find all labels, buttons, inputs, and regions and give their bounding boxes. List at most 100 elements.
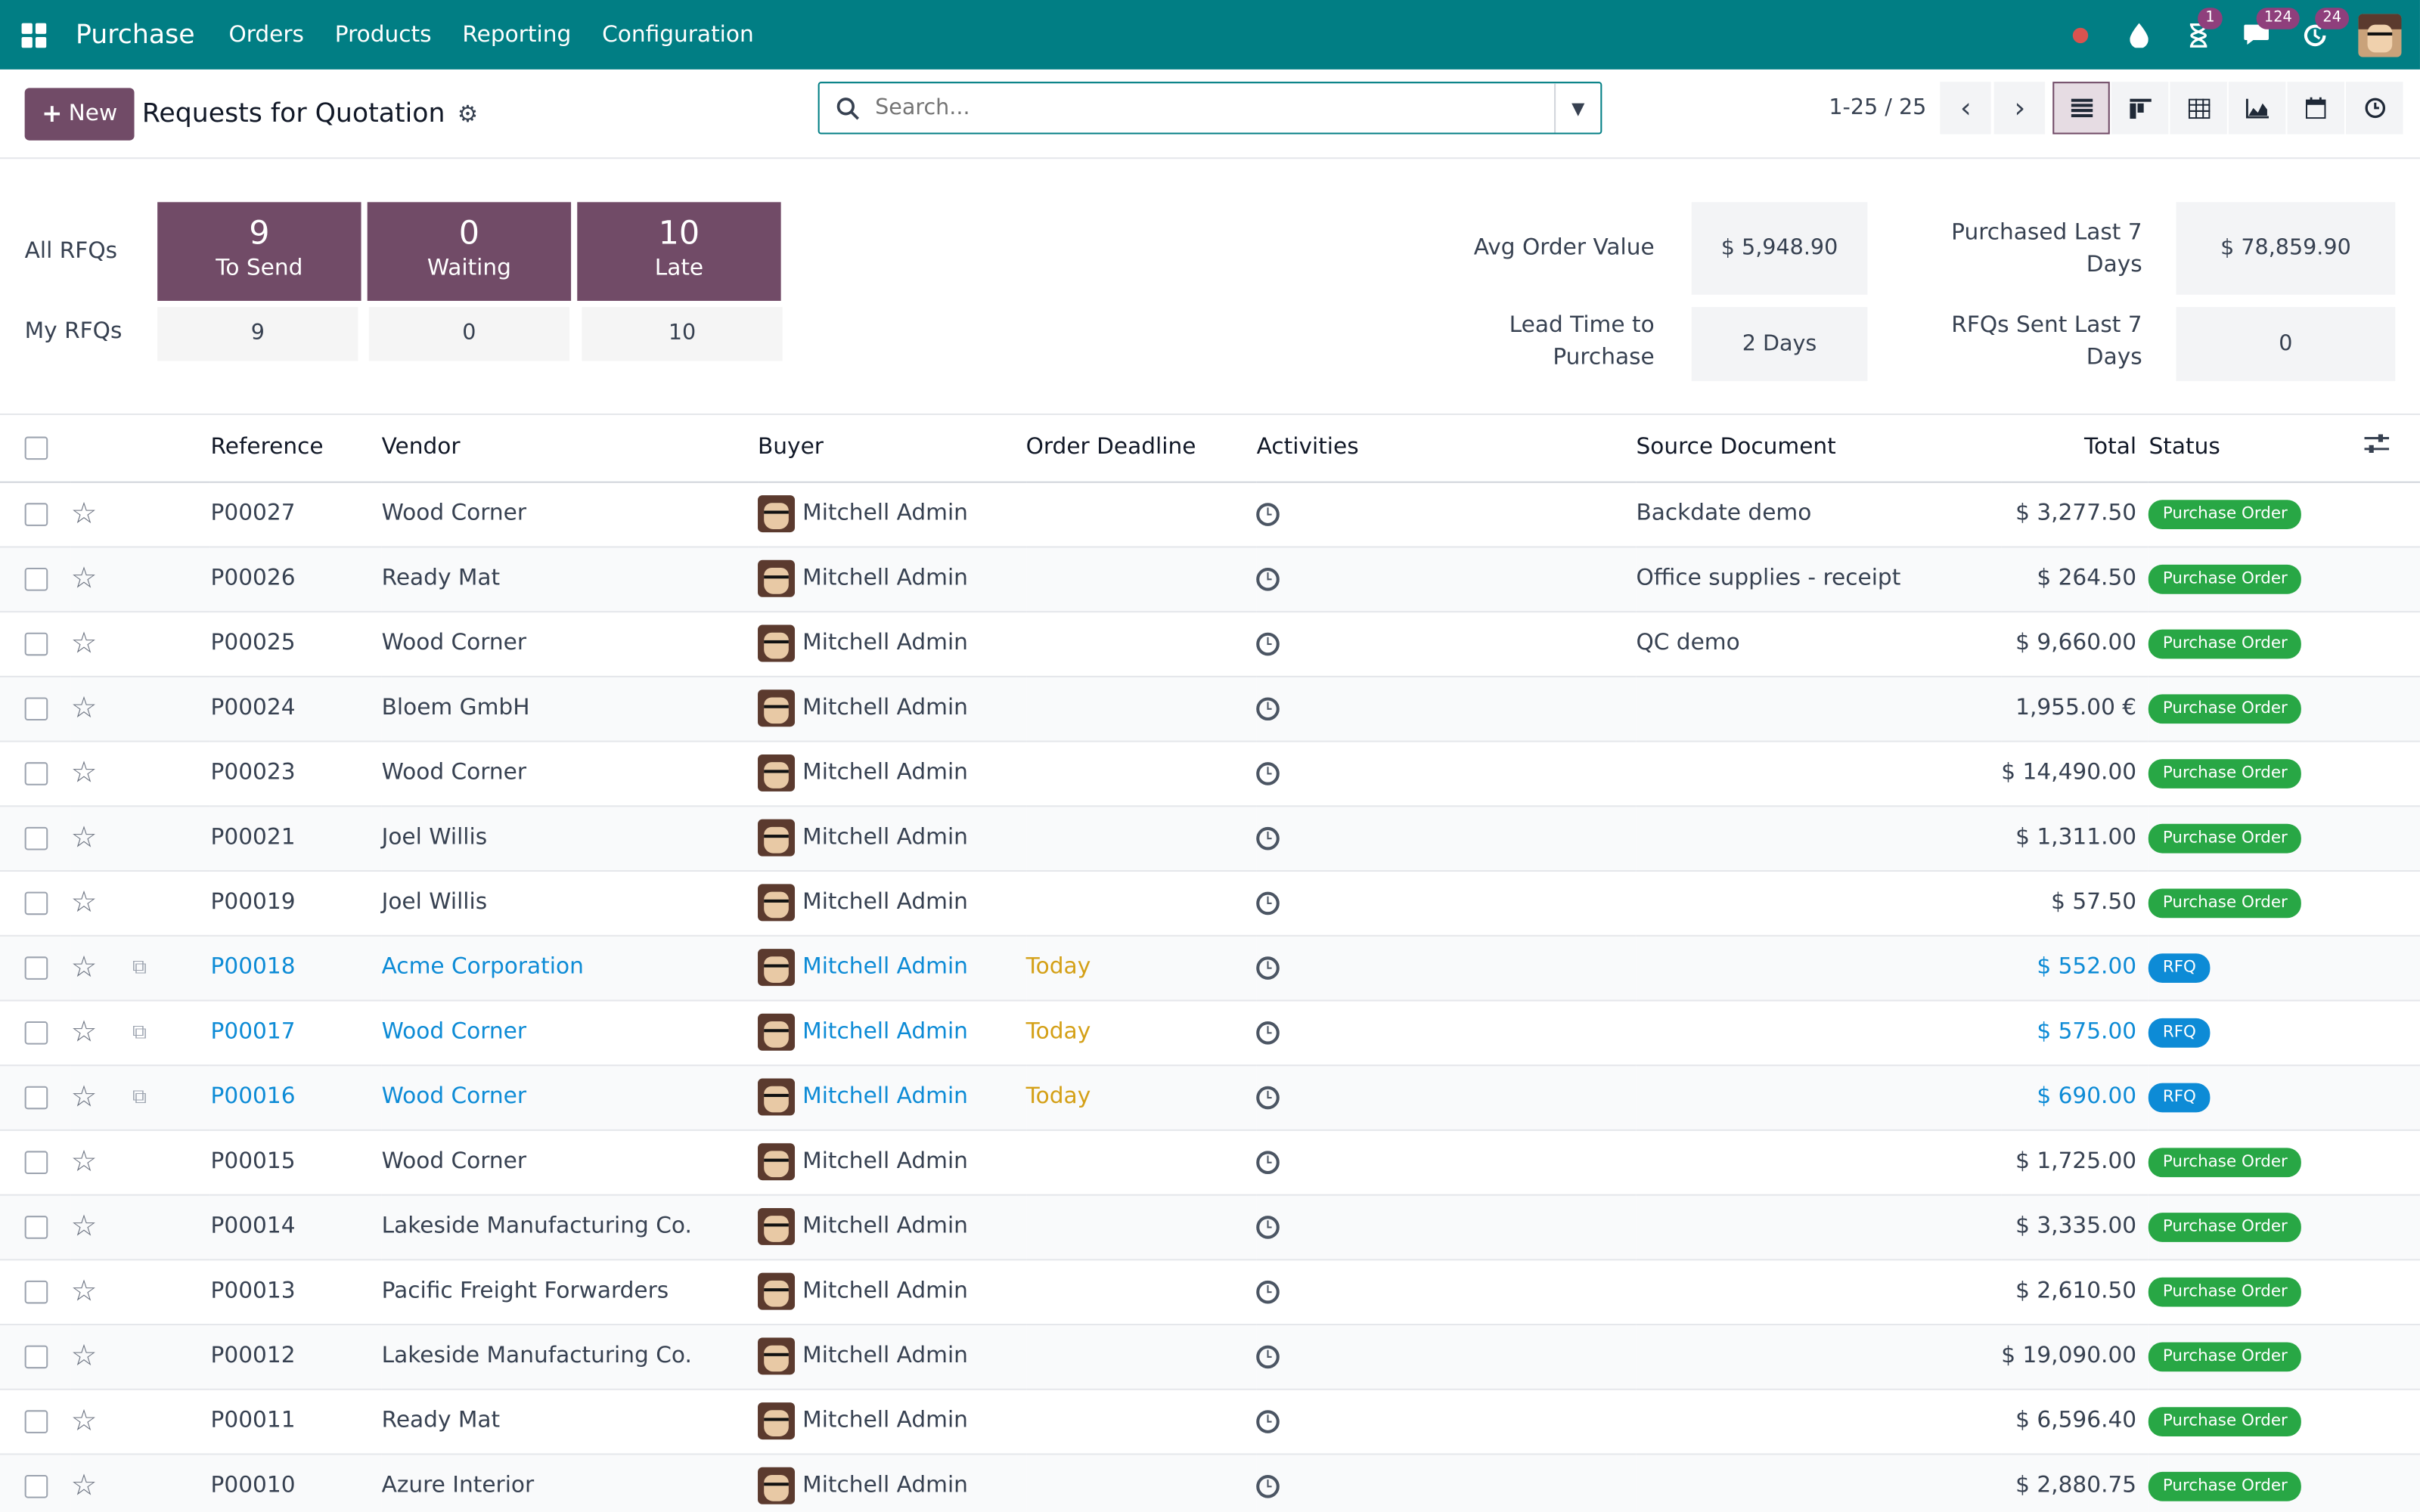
menu-configuration[interactable]: Configuration xyxy=(587,23,770,48)
activity-clock-icon[interactable] xyxy=(1256,761,1280,785)
menu-orders[interactable]: Orders xyxy=(213,23,319,48)
menu-reporting[interactable]: Reporting xyxy=(447,23,587,48)
cell-vendor[interactable]: Azure Interior xyxy=(381,1453,759,1512)
header-order-deadline[interactable]: Order Deadline xyxy=(1025,414,1257,482)
duplicate-icon[interactable]: ⧉ xyxy=(132,1021,147,1045)
pager-next-icon[interactable]: › xyxy=(1994,82,2046,135)
duplicate-icon[interactable]: ⧉ xyxy=(132,1086,147,1110)
cell-reference[interactable]: P00014 xyxy=(210,1194,382,1260)
header-vendor[interactable]: Vendor xyxy=(381,414,759,482)
menu-products[interactable]: Products xyxy=(319,23,447,48)
gear-icon[interactable]: ⚙ xyxy=(458,100,478,128)
activity-clock-icon[interactable] xyxy=(1256,956,1280,979)
header-status[interactable]: Status xyxy=(2149,414,2365,482)
activity-hourglass-icon[interactable]: 1 xyxy=(2183,7,2223,51)
user-avatar[interactable] xyxy=(2358,13,2402,57)
table-row[interactable]: ☆ P00012 Lakeside Manufacturing Co. Mitchel… xyxy=(0,1324,2420,1390)
activity-clock-icon[interactable] xyxy=(1256,826,1280,850)
cell-activities[interactable] xyxy=(1256,1064,1637,1130)
header-total[interactable]: Total xyxy=(2001,414,2149,482)
kanban-view-icon[interactable] xyxy=(2111,82,2169,135)
cell-activities[interactable] xyxy=(1256,740,1637,807)
cell-vendor[interactable]: Wood Corner xyxy=(381,999,759,1066)
cell-activities[interactable] xyxy=(1256,999,1637,1066)
row-checkbox[interactable] xyxy=(0,740,71,807)
cell-activities[interactable] xyxy=(1256,675,1637,742)
table-row[interactable]: ☆ P00013 Pacific Freight Forwarders Mitchel… xyxy=(0,1259,2420,1325)
table-row[interactable]: ☆ P00026 Ready Mat Mitchell Admin Office sup… xyxy=(0,546,2420,612)
star-icon[interactable]: ☆ xyxy=(70,1194,132,1260)
tile-waiting[interactable]: 0 Waiting xyxy=(367,202,572,301)
cell-activities[interactable] xyxy=(1256,870,1637,936)
cell-reference[interactable]: P00027 xyxy=(210,481,382,547)
search-bar[interactable]: ▼ xyxy=(818,82,1602,135)
activity-clock-icon[interactable] xyxy=(1256,1020,1280,1044)
star-icon[interactable]: ☆ xyxy=(70,1388,132,1455)
activity-clock-icon[interactable] xyxy=(1256,631,1280,655)
cell-vendor[interactable]: Joel Willis xyxy=(381,805,759,872)
row-checkbox[interactable] xyxy=(0,546,71,612)
cell-vendor[interactable]: Bloem GmbH xyxy=(381,675,759,742)
drop-icon[interactable] xyxy=(2124,20,2155,51)
star-icon[interactable]: ☆ xyxy=(70,805,132,872)
cell-reference[interactable]: P00011 xyxy=(210,1388,382,1455)
table-row[interactable]: ☆ P00019 Joel Willis Mitchell Admin $ 57.50 P… xyxy=(0,870,2420,936)
activity-clock-icon[interactable] xyxy=(1256,1279,1280,1303)
cell-reference[interactable]: P00023 xyxy=(210,740,382,807)
graph-view-icon[interactable] xyxy=(2228,82,2286,135)
cell-buyer[interactable]: Mitchell Admin xyxy=(758,546,1026,612)
star-icon[interactable]: ☆ xyxy=(70,934,132,1001)
messages-icon[interactable]: 124 xyxy=(2241,7,2301,51)
apps-menu-icon[interactable] xyxy=(0,0,68,70)
cell-activities[interactable] xyxy=(1256,1259,1637,1325)
cell-buyer[interactable]: Mitchell Admin xyxy=(758,1194,1026,1260)
activity-clock-icon[interactable] xyxy=(1256,696,1280,720)
cell-vendor[interactable]: Wood Corner xyxy=(381,611,759,677)
cell-buyer[interactable]: Mitchell Admin xyxy=(758,740,1026,807)
tile-late[interactable]: 10 Late xyxy=(577,202,781,301)
star-icon[interactable]: ☆ xyxy=(70,481,132,547)
star-icon[interactable]: ☆ xyxy=(70,999,132,1066)
cell-activities[interactable] xyxy=(1256,481,1637,547)
table-row[interactable]: ☆ ⧉ P00018 Acme Corporation Mitchell Admin To… xyxy=(0,934,2420,1001)
cell-reference[interactable]: P00017 xyxy=(210,999,382,1066)
table-row[interactable]: ☆ ⧉ P00016 Wood Corner Mitchell Admin Today $ … xyxy=(0,1064,2420,1130)
cell-buyer[interactable]: Mitchell Admin xyxy=(758,934,1026,1001)
cell-vendor[interactable]: Wood Corner xyxy=(381,1129,759,1195)
star-icon[interactable]: ☆ xyxy=(70,870,132,936)
star-icon[interactable]: ☆ xyxy=(70,740,132,807)
cell-activities[interactable] xyxy=(1256,805,1637,872)
cell-activities[interactable] xyxy=(1256,1129,1637,1195)
activity-clock-icon[interactable] xyxy=(1256,1473,1280,1498)
select-all-checkbox[interactable] xyxy=(0,414,71,482)
activity-clock-icon[interactable] xyxy=(1256,566,1280,590)
cell-buyer[interactable]: Mitchell Admin xyxy=(758,611,1026,677)
new-button[interactable]: + New xyxy=(24,87,135,140)
cell-buyer[interactable]: Mitchell Admin xyxy=(758,1453,1026,1512)
activity-clock-icon[interactable] xyxy=(1256,502,1280,525)
star-icon[interactable]: ☆ xyxy=(70,675,132,742)
cell-vendor[interactable]: Acme Corporation xyxy=(381,934,759,1001)
cell-reference[interactable]: P00015 xyxy=(210,1129,382,1195)
table-row[interactable]: ☆ P00023 Wood Corner Mitchell Admin $ 14,490… xyxy=(0,740,2420,807)
cell-activities[interactable] xyxy=(1256,1194,1637,1260)
cell-buyer[interactable]: Mitchell Admin xyxy=(758,1064,1026,1130)
table-row[interactable]: ☆ P00021 Joel Willis Mitchell Admin $ 1,311.… xyxy=(0,805,2420,872)
cell-buyer[interactable]: Mitchell Admin xyxy=(758,481,1026,547)
star-icon[interactable]: ☆ xyxy=(70,1064,132,1130)
search-input[interactable] xyxy=(875,95,1555,121)
row-checkbox[interactable] xyxy=(0,1388,71,1455)
cell-buyer[interactable]: Mitchell Admin xyxy=(758,1324,1026,1390)
recording-icon[interactable] xyxy=(2065,20,2096,51)
cell-reference[interactable]: P00024 xyxy=(210,675,382,742)
cell-reference[interactable]: P00026 xyxy=(210,546,382,612)
cell-buyer[interactable]: Mitchell Admin xyxy=(758,1259,1026,1325)
cell-activities[interactable] xyxy=(1256,546,1637,612)
cell-reference[interactable]: P00012 xyxy=(210,1324,382,1390)
table-row[interactable]: ☆ P00015 Wood Corner Mitchell Admin $ 1,725.… xyxy=(0,1129,2420,1195)
row-checkbox[interactable] xyxy=(0,934,71,1001)
table-row[interactable]: ☆ P00024 Bloem GmbH Mitchell Admin 1,955.00 … xyxy=(0,675,2420,742)
cell-activities[interactable] xyxy=(1256,934,1637,1001)
pager-previous-icon[interactable]: ‹ xyxy=(1940,82,1992,135)
star-icon[interactable]: ☆ xyxy=(70,1129,132,1195)
